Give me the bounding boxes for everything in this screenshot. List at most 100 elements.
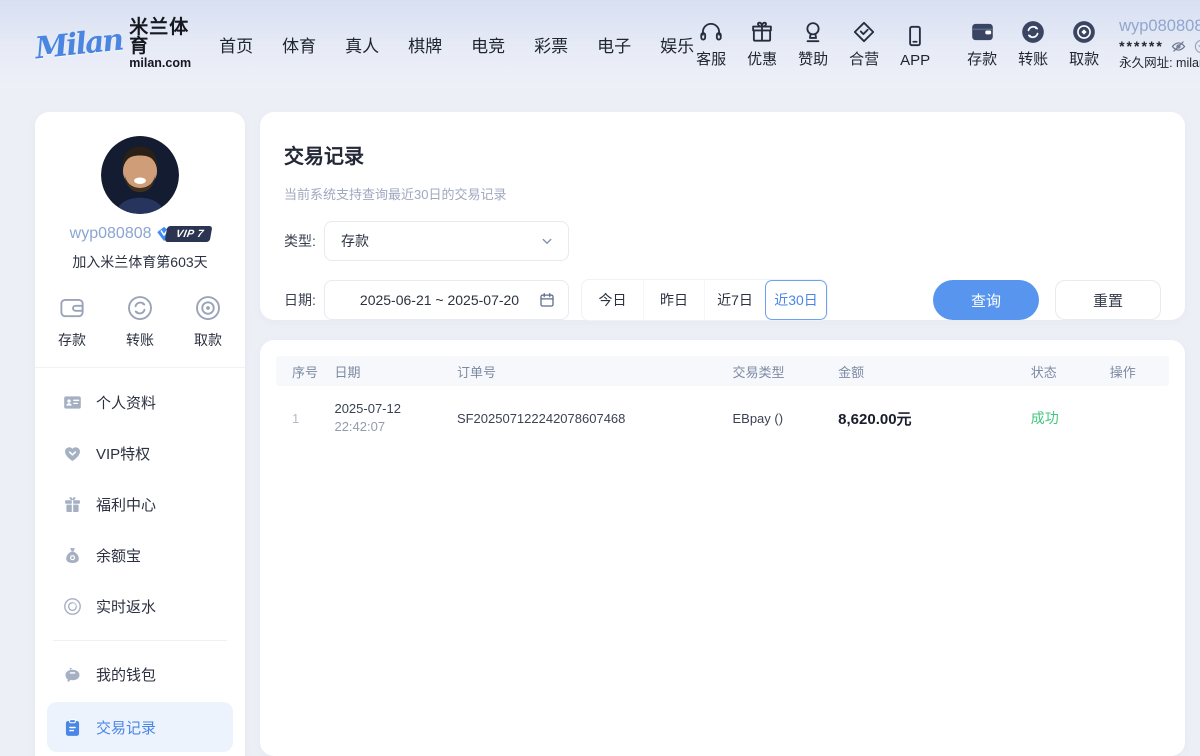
col-type: 交易类型 (732, 362, 838, 381)
clipboard-icon (62, 717, 83, 738)
wallet-outline-icon (57, 293, 87, 323)
trophy-icon (800, 19, 826, 45)
withdraw-button[interactable]: 取款 (1067, 19, 1101, 69)
gem-icon (62, 443, 83, 464)
sidebar-item-yuebao[interactable]: 余额宝 (35, 530, 245, 581)
query-button[interactable]: 查询 (933, 280, 1039, 320)
handshake-icon (851, 19, 877, 45)
nav-home[interactable]: 首页 (219, 32, 253, 57)
table-header: 序号 日期 订单号 交易类型 金额 状态 操作 (276, 356, 1169, 386)
row-index: 1 (292, 411, 334, 426)
range-7days-button[interactable]: 近7日 (704, 280, 765, 320)
sidebar-item-benefits[interactable]: 福利中心 (35, 479, 245, 530)
row-type: EBpay () (732, 411, 838, 426)
transfer-outline-icon (125, 293, 155, 323)
sidebar-vip-badge: VIP 7 (155, 225, 211, 243)
transfer-icon (1020, 19, 1046, 45)
reset-button[interactable]: 重置 (1055, 280, 1161, 320)
row-date: 2025-07-12 22:42:07 (334, 400, 456, 436)
type-select[interactable]: 存款 (324, 221, 569, 261)
sidebar-item-vip[interactable]: VIP特权 (35, 428, 245, 479)
sponsorship-button[interactable]: 赞助 (796, 19, 830, 69)
sidebar-avatar[interactable] (101, 136, 179, 214)
transfer-button[interactable]: 转账 (1016, 19, 1050, 69)
permanent-url-label: 永久网址: milan.com (1119, 56, 1200, 72)
calendar-icon (538, 291, 556, 309)
page-title: 交易记录 (284, 140, 1161, 169)
gift-icon (749, 19, 775, 45)
withdraw-icon (1071, 19, 1097, 45)
quick-range-group: 今日 昨日 近7日 近30日 (581, 279, 828, 321)
vip-level-label: VIP 7 (164, 226, 212, 242)
affiliate-button[interactable]: 合营 (847, 19, 881, 69)
transaction-filter-card: 交易记录 当前系统支持查询最近30日的交易记录 类型: 存款 日期: 2025-… (260, 112, 1185, 320)
col-index: 序号 (292, 362, 334, 381)
logo-domain-text: milan.com (129, 57, 191, 70)
membership-days-text: 加入米兰体育第603天 (35, 252, 245, 272)
promotions-button[interactable]: 优惠 (745, 19, 779, 69)
col-action: 操作 (1110, 362, 1169, 381)
range-today-button[interactable]: 今日 (582, 280, 643, 320)
menu-divider (53, 640, 227, 641)
sidebar-menu: 个人资料 VIP特权 福利中心 余额宝 (35, 367, 245, 752)
page-subtitle: 当前系统支持查询最近30日的交易记录 (284, 184, 1161, 203)
rebate-coin-icon (62, 596, 83, 617)
gift-solid-icon (62, 494, 83, 515)
top-navbar: Milan 米兰体育 milan.com 首页 体育 真人 棋牌 电竞 彩票 电… (0, 0, 1200, 88)
header-username[interactable]: wyp080808 (1119, 16, 1200, 37)
nav-entertainment[interactable]: 娱乐 (660, 32, 694, 57)
header-icon-menu: 客服 优惠 赞助 合营 (694, 19, 1101, 69)
sidebar-item-my-wallet[interactable]: 我的钱包 (35, 649, 245, 700)
transaction-table-card: 序号 日期 订单号 交易类型 金额 状态 操作 1 2025-07-12 22:… (260, 340, 1185, 756)
nav-live[interactable]: 真人 (345, 32, 379, 57)
phone-icon (902, 23, 928, 49)
row-status: 成功 (1031, 408, 1110, 428)
range-30days-button[interactable]: 近30日 (765, 280, 827, 320)
piggy-bank-icon (62, 664, 83, 685)
col-date: 日期 (334, 362, 456, 381)
id-card-icon (62, 392, 83, 413)
type-select-value: 存款 (341, 231, 538, 251)
row-amount: 8,620.00元 (838, 408, 1031, 429)
table-row: 1 2025-07-12 22:42:07 SF2025071222420786… (276, 386, 1169, 450)
col-status: 状态 (1031, 362, 1110, 381)
nav-esports[interactable]: 电竞 (471, 32, 505, 57)
app-download-button[interactable]: APP (898, 23, 932, 69)
chevron-circle-icon[interactable] (1193, 38, 1200, 55)
user-info-block: wyp080808 VIP 7 ****** 永久网址: mila (1119, 16, 1200, 72)
sidebar-transfer-button[interactable]: 转账 (125, 293, 155, 350)
sidebar-item-profile[interactable]: 个人资料 (35, 377, 245, 428)
withdraw-outline-icon (193, 293, 223, 323)
type-filter-row: 类型: 存款 (284, 221, 1161, 261)
main-nav: 首页 体育 真人 棋牌 电竞 彩票 电子 娱乐 (219, 32, 694, 57)
col-amount: 金额 (838, 362, 1031, 381)
headset-icon (698, 19, 724, 45)
sidebar-username: wyp080808 (70, 225, 152, 243)
nav-slots[interactable]: 电子 (597, 32, 631, 57)
sidebar-item-rebate[interactable]: 实时返水 (35, 581, 245, 632)
avatar-image (101, 136, 179, 214)
date-filter-row: 日期: 2025-06-21 ~ 2025-07-20 今日 昨日 近7日 近3… (284, 279, 1161, 321)
masked-balance: ****** (1119, 38, 1164, 56)
logo-cn-text: 米兰体育 (129, 18, 191, 58)
col-order-no: 订单号 (457, 362, 733, 381)
site-logo[interactable]: Milan 米兰体育 milan.com (35, 18, 191, 71)
customer-service-button[interactable]: 客服 (694, 19, 728, 69)
profile-sidebar: wyp080808 VIP 7 加入米兰体育第603天 存款 转账 (35, 112, 245, 756)
eye-off-icon[interactable] (1170, 38, 1187, 55)
date-range-input[interactable]: 2025-06-21 ~ 2025-07-20 (324, 280, 569, 320)
nav-sports[interactable]: 体育 (282, 32, 316, 57)
sidebar-deposit-button[interactable]: 存款 (57, 293, 87, 350)
row-time: 22:42:07 (334, 419, 385, 434)
nav-board-games[interactable]: 棋牌 (408, 32, 442, 57)
deposit-button[interactable]: 存款 (965, 19, 999, 69)
money-bag-icon (62, 545, 83, 566)
logo-script-text: Milan (33, 22, 123, 66)
wallet-quick-actions: 存款 转账 取款 (35, 293, 245, 350)
sidebar-item-transactions[interactable]: 交易记录 (47, 702, 233, 752)
range-yesterday-button[interactable]: 昨日 (643, 280, 704, 320)
chevron-down-icon (538, 232, 556, 250)
nav-lottery[interactable]: 彩票 (534, 32, 568, 57)
type-label: 类型: (284, 231, 324, 251)
sidebar-withdraw-button[interactable]: 取款 (193, 293, 223, 350)
